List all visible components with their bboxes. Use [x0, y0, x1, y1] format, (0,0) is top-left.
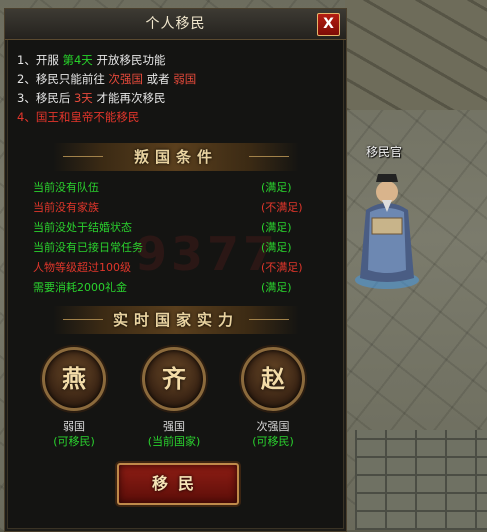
condition-row: 人物等级超过100级 (不满足) — [33, 258, 323, 278]
nation-emblem: 齐 — [142, 347, 206, 411]
nation-yan[interactable]: 燕 弱国 (可移民) — [29, 347, 119, 449]
rule-text: 移民后 — [35, 91, 74, 105]
migration-rules: 1、开服 第4天 开放移民功能 2、移民只能前往 次强国 或者 弱国 3、移民后 3… — [17, 51, 337, 127]
npc-name-label: 移民官 — [366, 145, 403, 159]
rule-number: 2、 — [17, 72, 36, 86]
nation-emblem: 赵 — [241, 347, 305, 411]
rule-number: 4、 — [17, 110, 36, 124]
condition-status: (不满足) — [261, 261, 303, 274]
condition-status: (满足) — [261, 241, 292, 254]
nation-zhao[interactable]: 赵 次强国 (可移民) — [228, 347, 318, 449]
nation-rank: 弱国 — [63, 420, 85, 433]
condition-text: 当前没有家族 — [33, 201, 99, 214]
migrate-button[interactable]: 移民 — [117, 463, 239, 505]
rule-text: 次强国 — [108, 72, 143, 86]
rule-text: 国王和皇帝不能移民 — [35, 110, 140, 124]
nation-rank: 次强国 — [256, 420, 290, 433]
condition-status: (满足) — [261, 221, 292, 234]
condition-status: (不满足) — [261, 201, 303, 214]
condition-row: 需要消耗2000礼金 (满足) — [33, 278, 323, 298]
rule-text: 3天 — [73, 91, 93, 105]
rule-number: 3、 — [17, 91, 36, 105]
nations-strength: 燕 弱国 (可移民) 齐 强国 (当前国家) 赵 次强国 (可移民) — [5, 347, 346, 457]
condition-row: 当前没有已接日常任务 (满足) — [33, 238, 323, 258]
condition-row: 当前没处于结婚状态 (满足) — [33, 218, 323, 238]
nation-emblem: 燕 — [42, 347, 106, 411]
rule-line: 4、国王和皇帝不能移民 — [17, 108, 337, 127]
rule-text: 移民只能前往 — [35, 72, 109, 86]
migration-panel: 个人移民 X 1、开服 第4天 开放移民功能 2、移民只能前往 次强国 或者 弱国… — [4, 8, 347, 532]
nation-status: (可移民) — [53, 435, 95, 448]
close-button[interactable]: X — [317, 13, 340, 36]
nation-qi[interactable]: 齐 强国 (当前国家) — [129, 347, 219, 449]
stone-wall-background — [355, 430, 487, 530]
condition-row: 当前没有家族 (不满足) — [33, 198, 323, 218]
condition-status: (满足) — [261, 181, 292, 194]
condition-text: 当前没有队伍 — [33, 181, 99, 194]
rule-line: 1、开服 第4天 开放移民功能 — [17, 51, 337, 70]
condition-text: 当前没处于结婚状态 — [33, 221, 132, 234]
nation-status: (可移民) — [252, 435, 294, 448]
immigration-officer-npc[interactable] — [352, 160, 422, 290]
rule-text: 或者 — [142, 72, 174, 86]
rule-text: 弱国 — [173, 72, 197, 86]
rule-text: 开放移民功能 — [92, 53, 166, 67]
window-title: 个人移民 — [145, 16, 206, 32]
rule-line: 3、移民后 3天 才能再次移民 — [17, 89, 337, 108]
condition-text: 人物等级超过100级 — [33, 261, 131, 274]
conditions-list: 当前没有队伍 (满足) 当前没有家族 (不满足) 当前没处于结婚状态 (满足) 当前没有已接… — [33, 178, 323, 298]
nation-rank: 强国 — [163, 420, 185, 433]
rule-line: 2、移民只能前往 次强国 或者 弱国 — [17, 70, 337, 89]
rule-text: 才能再次移民 — [92, 91, 166, 105]
condition-status: (满足) — [261, 281, 292, 294]
condition-text: 需要消耗2000礼金 — [33, 281, 127, 294]
rule-text: 第4天 — [62, 53, 93, 67]
nation-status: (当前国家) — [147, 435, 201, 448]
condition-row: 当前没有队伍 (满足) — [33, 178, 323, 198]
conditions-header: 叛国条件 — [53, 143, 299, 171]
title-bar[interactable]: 个人移民 X — [5, 9, 346, 40]
rule-number: 1、 — [17, 53, 36, 67]
rule-text: 开服 — [35, 53, 63, 67]
rooftop-background — [345, 0, 487, 110]
strength-header: 实时国家实力 — [53, 306, 299, 334]
condition-text: 当前没有已接日常任务 — [33, 241, 143, 254]
